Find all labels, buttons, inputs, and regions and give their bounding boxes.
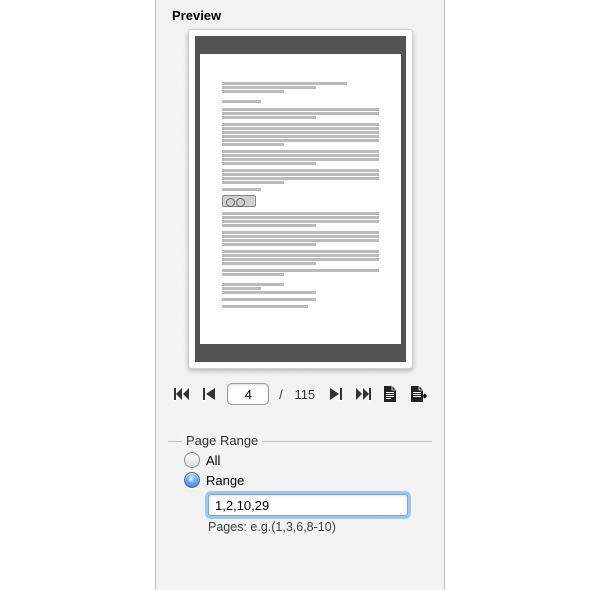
single-page-button[interactable] bbox=[380, 384, 400, 404]
preview-label: Preview bbox=[172, 8, 432, 23]
page-range-legend: Page Range bbox=[182, 433, 262, 448]
total-pages: 115 bbox=[294, 387, 315, 402]
page-range-input[interactable] bbox=[208, 494, 408, 516]
radio-range[interactable] bbox=[184, 472, 200, 488]
prev-page-button[interactable] bbox=[200, 384, 220, 404]
page-range-hint: Pages: e.g.(1,3,6,8-10) bbox=[208, 520, 432, 534]
export-page-button[interactable] bbox=[408, 384, 428, 404]
page-preview-thumbnail bbox=[200, 54, 401, 344]
page-nav-bar: / 115 bbox=[168, 383, 432, 405]
radio-row-all: All bbox=[184, 452, 432, 468]
radio-all[interactable] bbox=[184, 452, 200, 468]
last-page-button[interactable] bbox=[353, 384, 373, 404]
next-page-button[interactable] bbox=[325, 384, 345, 404]
first-page-icon bbox=[174, 387, 190, 401]
next-page-icon bbox=[328, 387, 342, 401]
page-range-divider: Page Range bbox=[168, 441, 432, 442]
page-separator: / bbox=[279, 387, 283, 402]
first-page-button[interactable] bbox=[172, 384, 192, 404]
prev-page-icon bbox=[203, 387, 217, 401]
last-page-icon bbox=[355, 387, 371, 401]
radio-all-label: All bbox=[206, 453, 220, 468]
page-preview-mat bbox=[195, 36, 406, 362]
page-range-group: Page Range All Range Pages: e.g.(1,3,6,8… bbox=[168, 441, 432, 534]
page-preview-frame bbox=[188, 29, 413, 369]
print-preview-panel: Preview bbox=[155, 0, 445, 590]
radio-row-range: Range bbox=[184, 472, 432, 488]
single-page-icon bbox=[382, 385, 398, 403]
current-page-input[interactable] bbox=[227, 383, 269, 405]
export-page-icon bbox=[409, 385, 427, 403]
radio-range-label: Range bbox=[206, 473, 244, 488]
